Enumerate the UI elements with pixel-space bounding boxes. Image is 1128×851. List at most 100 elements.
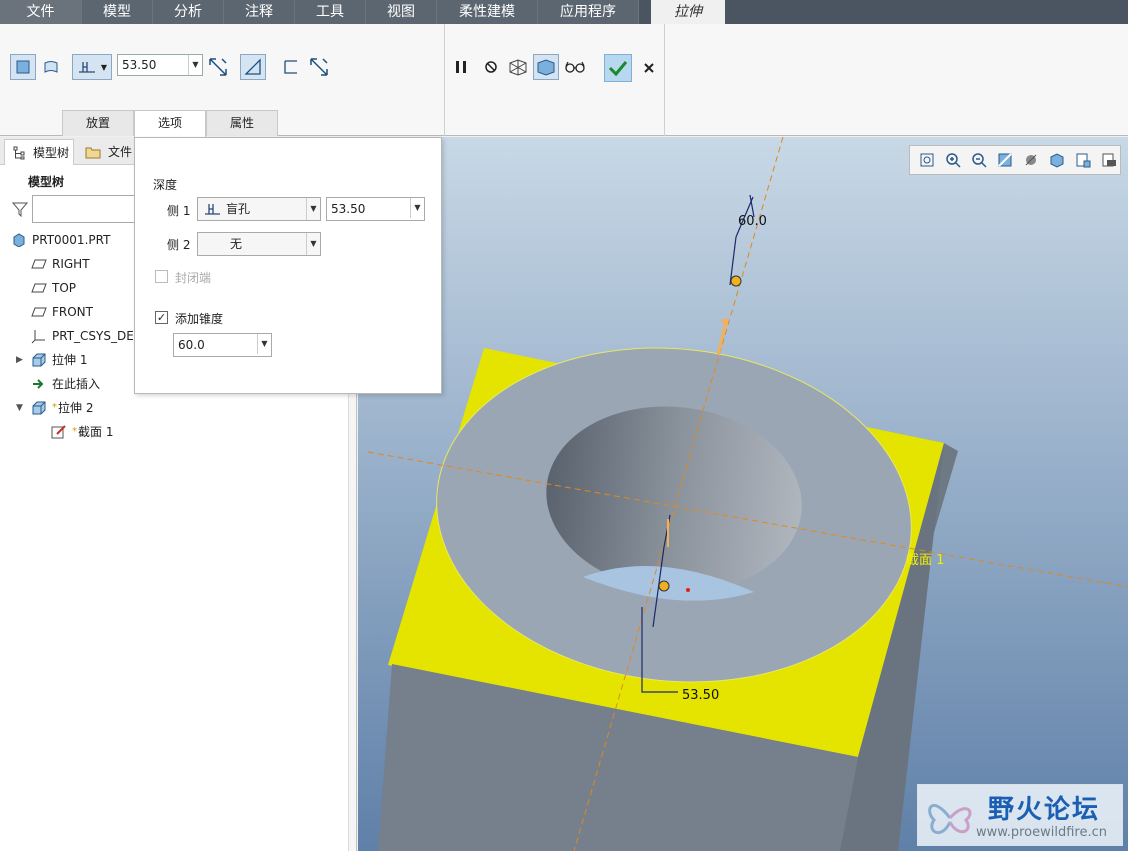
watermark-title: 野火论坛 (988, 795, 1101, 825)
tree-item-label: FRONT (52, 305, 93, 319)
csys-icon (30, 328, 48, 344)
tree-item-insert-here[interactable]: 在此插入 (30, 374, 100, 394)
blind-depth-icon (205, 204, 220, 215)
depth-drag-handle[interactable] (658, 580, 670, 592)
tree-item-top[interactable]: TOP (30, 278, 76, 298)
taper-angle-input[interactable]: 60.0 ▼ (173, 333, 272, 357)
feature-preview-button[interactable] (533, 54, 559, 80)
tab-model-tree[interactable]: 模型树 (4, 139, 74, 165)
pause-button[interactable] (448, 54, 474, 80)
view-manager-button[interactable] (1072, 149, 1094, 171)
no-preview-icon (485, 61, 497, 73)
flip-direction-icon (209, 58, 227, 76)
chevron-down-icon[interactable]: ▼ (410, 198, 424, 218)
datum-display-icon (1102, 153, 1116, 167)
subtab-placement[interactable]: 放置 (62, 110, 134, 136)
tab-model-tree-label: 模型树 (33, 146, 70, 160)
watermark-url: www.proewildfire.cn (976, 825, 1107, 840)
menu-file[interactable]: 文件 (0, 0, 82, 24)
add-taper-checkbox[interactable]: ✓ (155, 311, 168, 324)
capped-ends-label: 封闭端 (175, 271, 212, 285)
taper-drag-handle[interactable] (730, 275, 742, 287)
tab-model[interactable]: 模型 (82, 0, 153, 24)
extrude-dashboard: ▼ 53.50 ▼ 放置 选项 属性 (0, 24, 1128, 137)
depth-type-dropdown[interactable]: ▼ (72, 54, 112, 80)
tab-view[interactable]: 视图 (366, 0, 437, 24)
section-label: 截面 1 (906, 553, 944, 568)
zoom-out-icon (972, 153, 987, 168)
repaint-button[interactable] (994, 149, 1016, 171)
zoom-in-icon (946, 153, 961, 168)
geometry-preview-button[interactable] (505, 54, 531, 80)
filter-icon[interactable] (12, 201, 28, 217)
thicken-sketch-button[interactable] (278, 54, 304, 80)
tree-item-csys[interactable]: PRT_CSYS_DEF (30, 326, 141, 346)
tree-item-extrude-1[interactable]: 拉伸 1 (30, 350, 87, 370)
tree-item-label: RIGHT (52, 257, 90, 271)
taper-dimension-text[interactable]: 60.0 (738, 214, 767, 229)
refit-icon (920, 153, 934, 167)
capped-ends-checkbox[interactable] (155, 270, 168, 283)
datum-plane-icon (30, 256, 48, 272)
tree-item-front[interactable]: FRONT (30, 302, 93, 322)
tab-folder-browser[interactable]: 文件夹 (80, 139, 136, 165)
tree-item-label: 拉伸 2 (58, 401, 94, 415)
surface-button[interactable] (38, 54, 64, 80)
tab-annotate[interactable]: 注释 (224, 0, 295, 24)
graphics-viewport[interactable]: 53.50 60.0 截面 1 (358, 137, 1128, 851)
tree-heading: 模型树 (28, 175, 65, 189)
tree-icon (13, 146, 25, 160)
side1-depth-input[interactable]: 53.50 ▼ (326, 197, 425, 221)
saved-views-button[interactable] (1046, 149, 1068, 171)
tab-tools[interactable]: 工具 (295, 0, 366, 24)
chevron-down-icon[interactable]: ▼ (306, 233, 320, 255)
flip-material-button[interactable] (306, 54, 332, 80)
display-style-icon (1025, 154, 1037, 166)
cancel-button[interactable] (636, 55, 662, 81)
expand-arrow-icon[interactable]: ▶ (16, 355, 23, 365)
datum-display-button[interactable] (1098, 149, 1120, 171)
saved-views-icon (1050, 153, 1064, 168)
tree-item-section-1[interactable]: * 截面 1 (50, 422, 113, 442)
modified-star-icon: * (52, 402, 57, 413)
group-separator (664, 24, 665, 136)
chevron-down-icon[interactable]: ▼ (306, 198, 320, 220)
depth-value-input[interactable]: 53.50 ▼ (117, 54, 203, 76)
feature-preview-icon (537, 59, 555, 76)
tree-item-part[interactable]: PRT0001.PRT (10, 230, 110, 250)
tab-applications[interactable]: 应用程序 (538, 0, 639, 24)
display-style-button[interactable] (1020, 149, 1042, 171)
side2-depth-type-select[interactable]: 无 ▼ (197, 232, 321, 256)
collapse-arrow-icon[interactable]: ▼ (16, 403, 23, 413)
refit-button[interactable] (916, 149, 938, 171)
tree-item-label: 拉伸 1 (52, 353, 88, 367)
tree-item-label: TOP (52, 281, 77, 295)
csys-origin-marker (686, 588, 690, 592)
subtab-options[interactable]: 选项 (134, 110, 206, 137)
tree-item-extrude-2[interactable]: * 拉伸 2 (30, 398, 93, 418)
tab-extrude[interactable]: 拉伸 (651, 0, 725, 24)
tree-item-label: PRT0001.PRT (32, 233, 111, 247)
ok-button[interactable] (604, 54, 632, 82)
no-preview-button[interactable] (478, 54, 504, 80)
chevron-down-icon[interactable]: ▼ (257, 334, 271, 354)
depth-dimension-text[interactable]: 53.50 (682, 688, 719, 703)
zoom-in-button[interactable] (942, 149, 964, 171)
remove-material-button[interactable] (240, 54, 266, 80)
chevron-down-icon[interactable]: ▼ (188, 55, 202, 75)
depth-heading: 深度 (153, 178, 178, 192)
chevron-down-icon: ▼ (100, 62, 108, 72)
tree-item-label: PRT_CSYS_DEF (52, 329, 141, 343)
datum-plane-icon (30, 304, 48, 320)
subtab-properties[interactable]: 属性 (206, 110, 278, 136)
solid-button[interactable] (10, 54, 36, 80)
group-separator (444, 24, 445, 136)
side1-depth-type-select[interactable]: 盲孔 ▼ (197, 197, 321, 221)
tree-filter-input[interactable] (32, 195, 142, 223)
zoom-out-button[interactable] (968, 149, 990, 171)
flip-depth-button[interactable] (205, 54, 231, 80)
tab-flexible-modeling[interactable]: 柔性建模 (437, 0, 538, 24)
tree-item-right[interactable]: RIGHT (30, 254, 90, 274)
tab-analysis[interactable]: 分析 (153, 0, 224, 24)
verify-button[interactable] (562, 54, 588, 80)
